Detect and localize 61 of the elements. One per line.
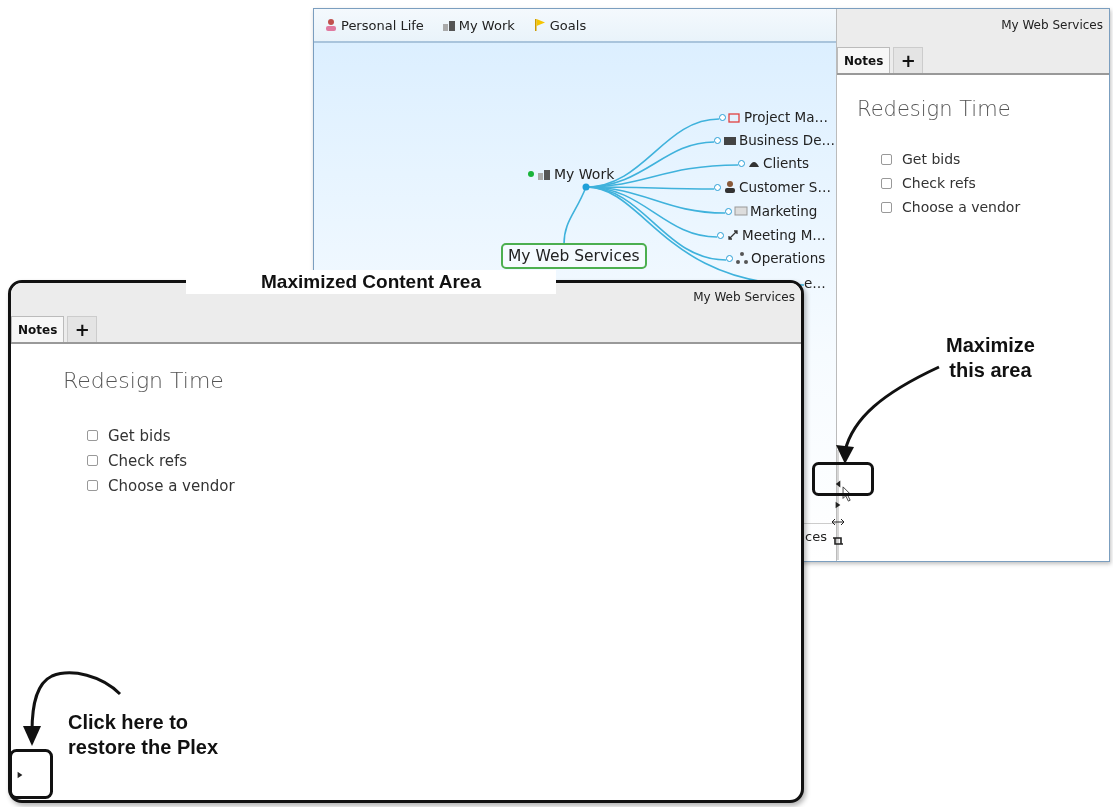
node-label[interactable]: e… — [804, 275, 826, 291]
node-handle[interactable] — [726, 254, 733, 262]
collapse-arrow-icon[interactable] — [834, 479, 843, 489]
building-icon — [441, 18, 456, 32]
annotation-text: Click here to restore the Plex — [68, 710, 219, 760]
checkbox[interactable] — [881, 177, 892, 189]
checklist-item: Get bids — [108, 426, 171, 445]
node-handle[interactable] — [717, 231, 724, 239]
node-label[interactable]: Meeting M… — [742, 227, 826, 243]
expand-arrow-icon[interactable] — [834, 500, 842, 510]
note-title: Redesign Time — [857, 97, 1012, 121]
panel-title: My Web Services — [1001, 18, 1103, 32]
plex-tab[interactable]: Personal Life — [320, 14, 428, 36]
checkbox[interactable] — [881, 153, 892, 165]
plex-tab[interactable]: Goals — [528, 14, 591, 36]
selected-map-node[interactable]: My Web Services — [501, 243, 647, 269]
arrows-icon — [726, 228, 740, 242]
node-handle[interactable] — [719, 113, 726, 121]
node-handle[interactable] — [582, 183, 590, 191]
panel-tab[interactable]: + — [893, 47, 924, 73]
checklist-item: Get bids — [902, 151, 961, 167]
flag-icon — [532, 18, 547, 32]
node-label: My Work — [554, 166, 615, 182]
node-handle[interactable] — [714, 136, 721, 144]
checklist-item: Check refs — [902, 175, 976, 191]
checkbox[interactable] — [881, 201, 892, 213]
checklist-item: Choose a vendor — [902, 199, 1021, 215]
annotation-text: Maximize this area — [946, 333, 1035, 383]
panel-tab[interactable]: Notes — [837, 47, 891, 73]
checklist-item: Choose a vendor — [108, 476, 235, 495]
node-label[interactable]: Business De… — [739, 132, 836, 148]
cursor-icon — [842, 486, 853, 502]
node-label[interactable]: Project Ma… — [744, 109, 828, 125]
person-icon — [723, 180, 737, 194]
node-label[interactable]: Operations — [751, 250, 826, 266]
plex-tab[interactable]: My Work — [437, 14, 519, 36]
expand-arrow-icon[interactable] — [16, 770, 24, 780]
map-node[interactable]: My Work — [528, 166, 615, 182]
building-icon — [537, 167, 551, 181]
node-handle[interactable] — [725, 207, 732, 215]
callout-frame — [812, 462, 874, 496]
resize-icon[interactable] — [831, 518, 845, 526]
note-title: Redesign Time — [63, 368, 225, 393]
annotation-text: Maximized Content Area — [186, 270, 556, 294]
checkbox[interactable] — [87, 455, 98, 466]
panel-tab[interactable]: Notes — [11, 316, 65, 342]
node-label: ces — [805, 529, 827, 544]
node-handle[interactable] — [528, 171, 534, 177]
checklist-item: Check refs — [108, 451, 188, 470]
board-icon — [734, 204, 748, 218]
network-icon — [735, 251, 749, 265]
panel-tab[interactable]: + — [67, 316, 98, 342]
checkbox[interactable] — [87, 480, 98, 491]
node-handle[interactable] — [738, 159, 745, 167]
node-handle[interactable] — [714, 183, 721, 191]
node-label[interactable]: Customer S… — [739, 179, 831, 195]
person-icon — [324, 18, 338, 32]
panel-title: My Web Services — [693, 289, 795, 304]
checkbox[interactable] — [87, 430, 98, 441]
node-label[interactable]: Marketing — [750, 203, 818, 219]
node-label[interactable]: Clients — [763, 155, 810, 171]
